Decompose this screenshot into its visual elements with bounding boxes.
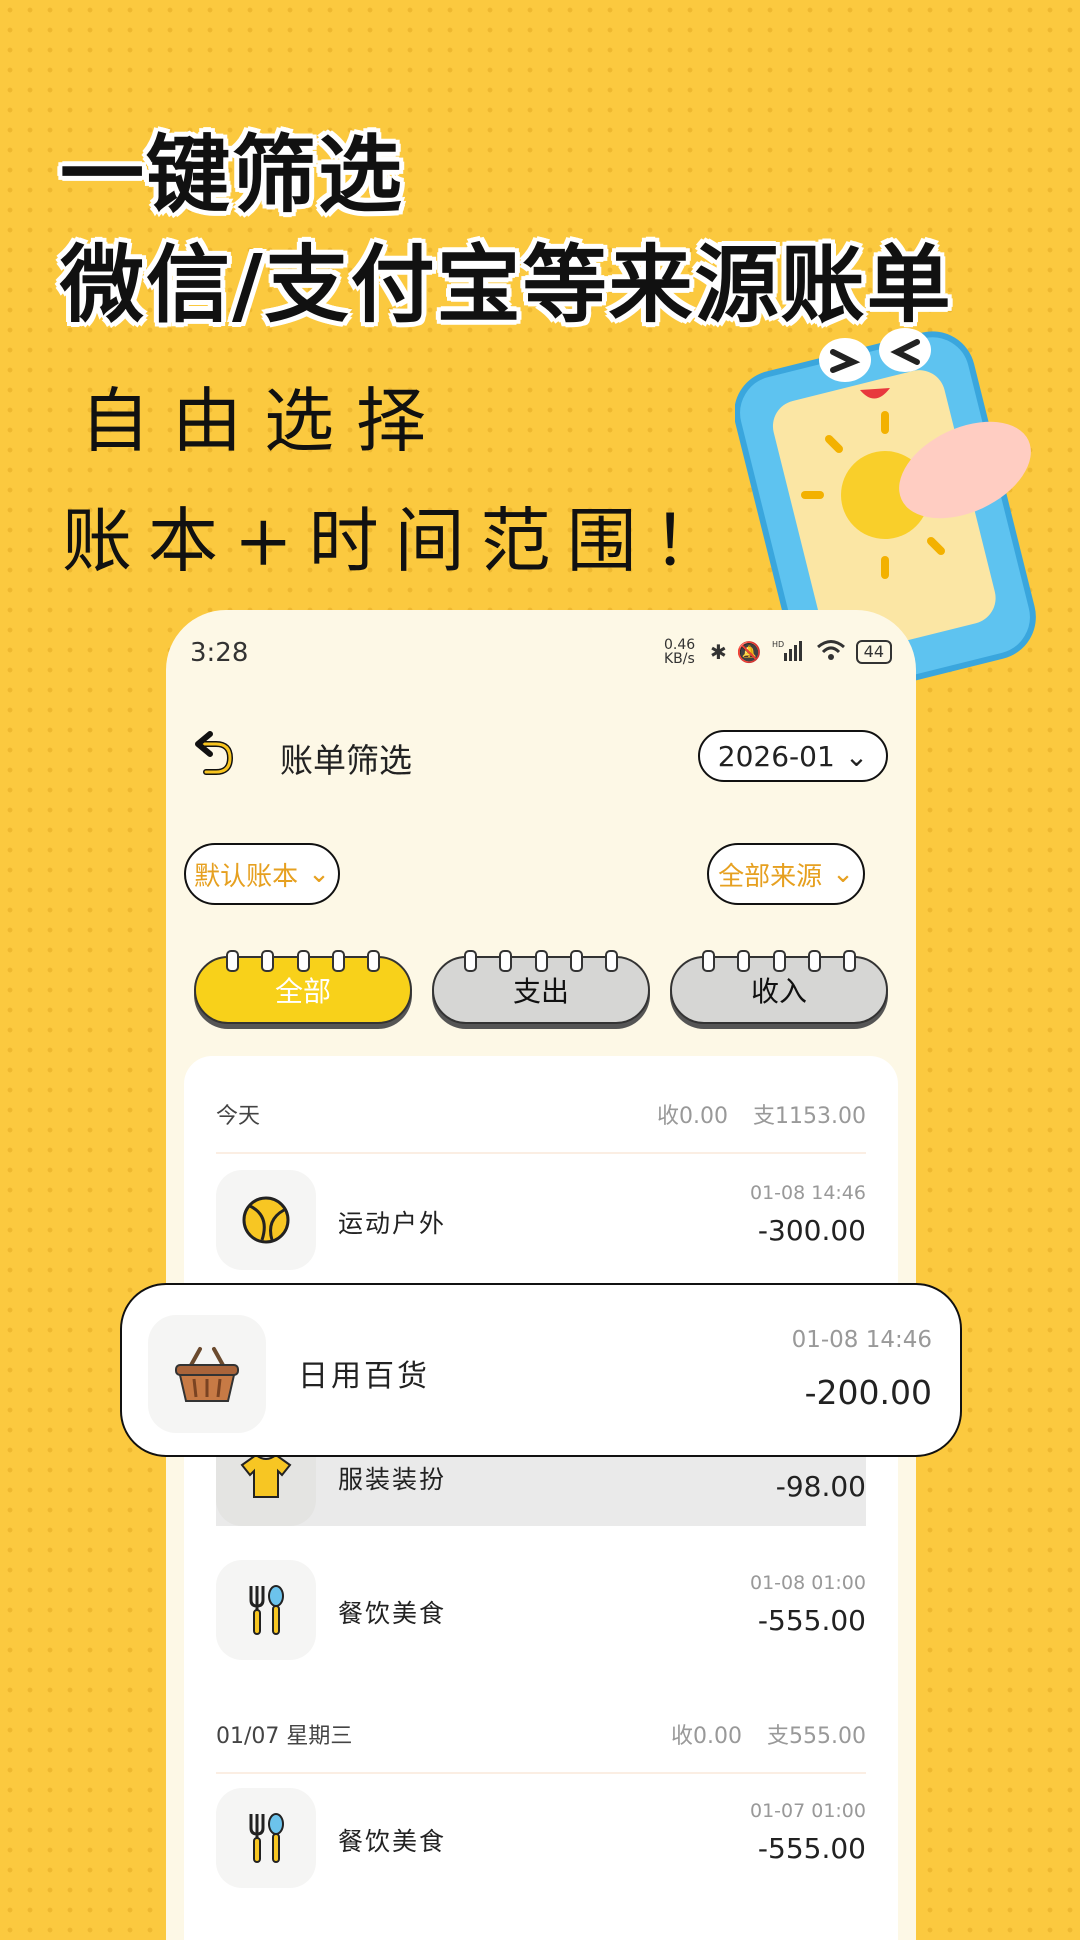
chevron-down-icon: ⌄ xyxy=(308,859,330,889)
fork-spoon-icon xyxy=(216,1560,316,1660)
hero-line-3: 自由选择 xyxy=(80,380,448,462)
group-header-0107: 01/07 星期三 收0.00 支555.00 xyxy=(216,1718,866,1758)
tennis-ball-icon xyxy=(216,1170,316,1270)
signal-icon: HD xyxy=(772,639,806,666)
item-category: 餐饮美食 xyxy=(338,1599,447,1628)
chevron-down-icon: ⌄ xyxy=(844,739,869,773)
item-amount: -300.00 xyxy=(757,1214,866,1247)
group-date: 今天 xyxy=(216,1104,261,1129)
ring-binder-decoration xyxy=(702,950,856,972)
month-selector[interactable]: 2026-01 ⌄ xyxy=(698,730,888,782)
item-time: 01-08 14:46 xyxy=(749,1182,866,1204)
tab-income[interactable]: 收入 xyxy=(670,950,888,1024)
book-filter-label: 默认账本 xyxy=(194,861,299,892)
highlighted-list-item[interactable]: 日用百货 01-08 14:46 -200.00 xyxy=(120,1283,962,1457)
item-amount: -555.00 xyxy=(757,1604,866,1637)
item-category: 餐饮美食 xyxy=(338,1827,447,1856)
source-filter-label: 全部来源 xyxy=(718,861,823,892)
basket-icon xyxy=(148,1315,266,1433)
status-icons: 0.46 KB/s ✱ 🔕 HD 44 xyxy=(664,638,892,666)
page-header: 账单筛选 2026-01 ⌄ xyxy=(190,720,892,790)
group-date: 01/07 星期三 xyxy=(216,1724,353,1749)
hero-line-4: 账本+时间范围！ xyxy=(62,500,739,582)
item-time: 01-08 01:00 xyxy=(749,1572,866,1594)
divider xyxy=(216,1152,866,1154)
list-item[interactable]: 餐饮美食 01-08 01:00 -555.00 xyxy=(216,1560,866,1660)
back-arrow-icon[interactable] xyxy=(190,730,240,780)
status-time: 3:28 xyxy=(190,638,249,668)
group-header-today: 今天 收0.00 支1153.00 xyxy=(216,1098,866,1138)
source-filter[interactable]: 全部来源 ⌄ xyxy=(707,843,865,905)
book-filter[interactable]: 默认账本 ⌄ xyxy=(184,843,340,905)
ring-binder-decoration xyxy=(226,950,380,972)
list-item[interactable]: 餐饮美食 01-07 01:00 -555.00 xyxy=(216,1788,866,1888)
tab-all-label: 全部 xyxy=(274,975,331,1008)
hd-label: HD xyxy=(772,640,784,649)
bill-list: 今天 收0.00 支1153.00 运动户外 01-08 14:46 -300.… xyxy=(184,1056,898,1940)
item-amount: -555.00 xyxy=(757,1832,866,1865)
item-category: 服装装扮 xyxy=(338,1465,447,1494)
status-bar: 3:28 0.46 KB/s ✱ 🔕 HD 44 xyxy=(190,638,892,668)
group-expense: 支1153.00 xyxy=(753,1104,866,1129)
net-speed: 0.46 KB/s xyxy=(663,637,696,667)
hero-line-1: 一键筛选 xyxy=(60,126,405,224)
divider xyxy=(216,1772,866,1774)
mute-icon: 🔕 xyxy=(736,640,762,664)
tab-income-label: 收入 xyxy=(750,975,807,1008)
month-label: 2026-01 xyxy=(717,739,835,773)
fork-spoon-icon xyxy=(216,1788,316,1888)
group-income: 收0.00 xyxy=(657,1104,729,1129)
chevron-down-icon: ⌄ xyxy=(832,859,854,889)
item-amount: -98.00 xyxy=(775,1470,866,1503)
item-category: 日用百货 xyxy=(298,1359,430,1394)
item-time: 01-08 14:46 xyxy=(791,1327,932,1353)
tab-all[interactable]: 全部 xyxy=(194,950,412,1024)
tab-expense-label: 支出 xyxy=(512,975,569,1008)
hero-heading: 一键筛选 微信/支付宝等来源账单 xyxy=(60,120,953,340)
group-income: 收0.00 xyxy=(671,1724,743,1749)
item-amount: -200.00 xyxy=(804,1373,932,1412)
ring-binder-decoration xyxy=(464,950,618,972)
tab-expense[interactable]: 支出 xyxy=(432,950,650,1024)
wifi-icon xyxy=(816,639,846,666)
bluetooth-icon: ✱ xyxy=(709,640,727,664)
item-category: 运动户外 xyxy=(338,1209,447,1238)
item-time: 01-07 01:00 xyxy=(749,1800,866,1822)
list-item[interactable]: 运动户外 01-08 14:46 -300.00 xyxy=(216,1170,866,1270)
group-expense: 支555.00 xyxy=(767,1724,866,1749)
battery-indicator: 44 xyxy=(855,640,892,664)
phone-screen: 3:28 0.46 KB/s ✱ 🔕 HD 44 账单筛选 2026-01 ⌄ … xyxy=(166,610,916,1940)
page-title: 账单筛选 xyxy=(280,741,412,780)
